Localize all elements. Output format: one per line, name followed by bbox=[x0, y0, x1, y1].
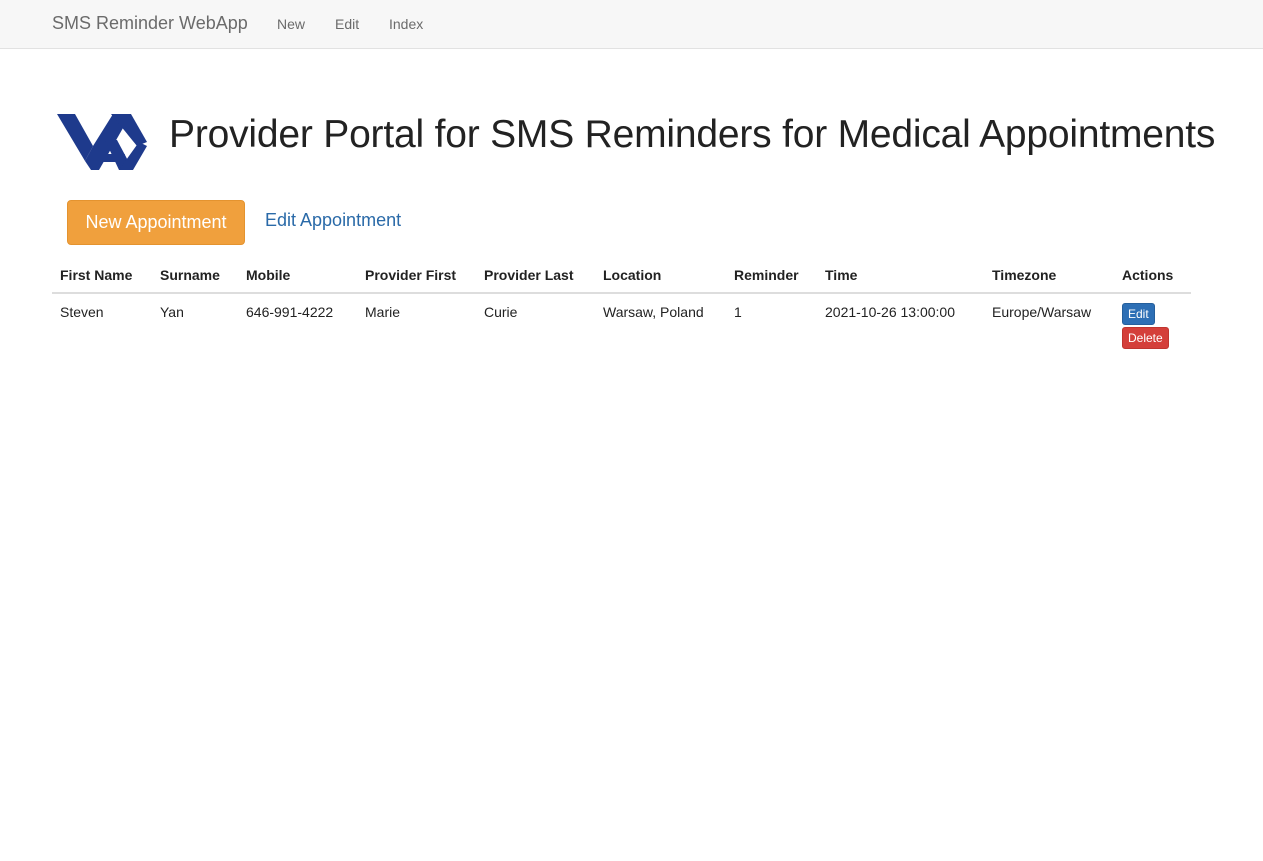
appointments-table-wrapper: First Name Surname Mobile Provider First… bbox=[52, 258, 1191, 357]
table-header-row: First Name Surname Mobile Provider First… bbox=[52, 258, 1191, 294]
column-header-first-name: First Name bbox=[52, 258, 152, 294]
column-header-location: Location bbox=[595, 258, 726, 294]
cell-actions: Edit Delete bbox=[1114, 293, 1191, 357]
column-header-provider-last: Provider Last bbox=[476, 258, 595, 294]
column-header-timezone: Timezone bbox=[984, 258, 1114, 294]
cell-timezone: Europe/Warsaw bbox=[992, 304, 1092, 320]
nav-link-new[interactable]: New bbox=[277, 16, 305, 32]
page-title: Provider Portal for SMS Reminders for Me… bbox=[169, 113, 1216, 156]
new-appointment-button[interactable]: New Appointment bbox=[67, 200, 245, 245]
cell-time: 2021-10-26 13:00:00 bbox=[825, 304, 955, 320]
column-header-reminder: Reminder bbox=[726, 258, 817, 294]
edit-appointment-link[interactable]: Edit Appointment bbox=[265, 210, 401, 231]
row-edit-button[interactable]: Edit bbox=[1122, 303, 1155, 325]
cell-first-name: Steven bbox=[60, 304, 104, 320]
cell-surname: Yan bbox=[160, 304, 184, 320]
cell-provider-first: Marie bbox=[365, 304, 401, 320]
row-delete-button[interactable]: Delete bbox=[1122, 327, 1169, 349]
navbar-brand[interactable]: SMS Reminder WebApp bbox=[52, 13, 248, 34]
nav-link-edit[interactable]: Edit bbox=[335, 16, 359, 32]
cell-location: Warsaw, Poland bbox=[603, 304, 704, 320]
va-logo-icon bbox=[55, 106, 148, 174]
appointments-table: First Name Surname Mobile Provider First… bbox=[52, 258, 1191, 357]
column-header-time: Time bbox=[817, 258, 984, 294]
top-navbar: SMS Reminder WebApp New Edit Index bbox=[0, 0, 1263, 49]
cell-mobile: 646-991-4222 bbox=[246, 304, 334, 320]
nav-link-index[interactable]: Index bbox=[389, 16, 423, 32]
column-header-provider-first: Provider First bbox=[357, 258, 476, 294]
column-header-mobile: Mobile bbox=[238, 258, 357, 294]
cell-reminder: 1 bbox=[734, 304, 742, 320]
column-header-actions: Actions bbox=[1114, 258, 1191, 294]
column-header-surname: Surname bbox=[152, 258, 238, 294]
cell-provider-last: Curie bbox=[484, 304, 518, 320]
table-row: Steven Yan 646-991-4222 Marie Curie Wars… bbox=[52, 293, 1191, 357]
